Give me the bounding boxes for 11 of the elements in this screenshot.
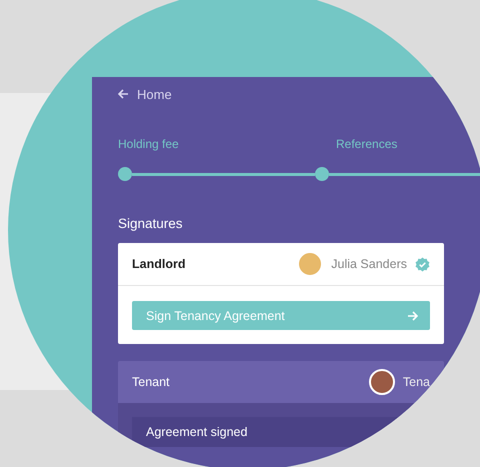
step-label: Holding fee <box>118 137 180 151</box>
section-title: Signatures <box>118 216 184 231</box>
arrow-right-icon <box>407 310 418 320</box>
back-link[interactable]: Home <box>118 87 172 101</box>
signer-role: Landlord <box>132 257 186 271</box>
signer-name: Julia Sanders <box>331 257 407 271</box>
avatar <box>368 369 395 395</box>
signer-name: Tena <box>402 375 430 389</box>
signer-role: Tenant <box>132 375 171 389</box>
step-label: References <box>336 137 398 151</box>
back-arrow-icon <box>118 89 129 99</box>
